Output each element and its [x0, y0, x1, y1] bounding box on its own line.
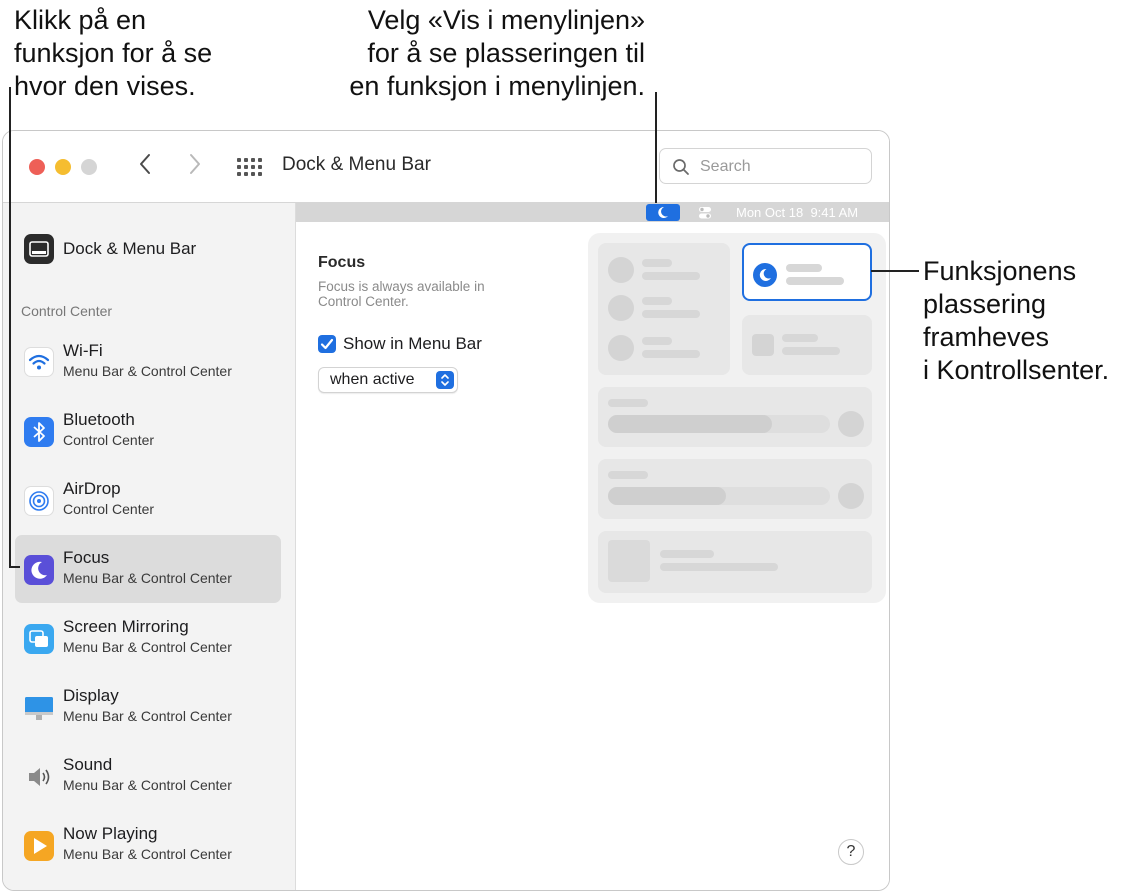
checkmark-icon: [320, 338, 334, 350]
settings-window: Dock & Menu Bar Dock & Menu Bar Control …: [2, 130, 890, 891]
callout-click-feature: Klikk på en funksjon for å se hvor den v…: [14, 4, 212, 103]
leader-line-right: [871, 270, 919, 272]
sidebar-item-subtitle: Menu Bar & Control Center: [63, 846, 232, 862]
moon-icon: [24, 555, 54, 585]
zoom-button[interactable]: [81, 159, 97, 175]
sidebar-item-label: Display: [63, 686, 119, 705]
sidebar-item-label: Sound: [63, 755, 113, 774]
callout-line: Velg «Vis i menylinjen»: [367, 5, 645, 35]
callout-line: for å se plasseringen til: [367, 38, 645, 68]
sidebar-item-label: Dock & Menu Bar: [63, 239, 197, 258]
menu-bar-focus-item: [646, 204, 680, 221]
chevron-left-icon: [140, 154, 150, 174]
callout-line: hvor den vises.: [14, 71, 196, 101]
sidebar-item-label: Focus: [63, 548, 110, 567]
minimize-button[interactable]: [55, 159, 71, 175]
leader-line-top: [655, 92, 657, 203]
sidebar-item-subtitle: Control Center: [63, 501, 155, 517]
title-bar: Dock & Menu Bar: [3, 131, 889, 203]
display-icon: [24, 693, 54, 723]
cc-connectivity-block: [598, 243, 730, 375]
sidebar-item-subtitle: Menu Bar & Control Center: [63, 639, 232, 655]
cc-screen-mirroring-block: [742, 315, 872, 375]
sidebar-item-label: Wi-Fi: [63, 341, 103, 360]
play-icon: [24, 831, 54, 861]
sidebar-item-subtitle: Menu Bar & Control Center: [63, 708, 232, 724]
cc-sound-slider-block: [598, 459, 872, 519]
screen-mirroring-icon: [24, 624, 54, 654]
callout-highlighted-in-control-center: Funksjonens plassering framheves i Kontr…: [923, 255, 1109, 387]
callout-show-in-menu-bar: Velg «Vis i menylinjen» for å se plasser…: [349, 4, 645, 103]
sidebar-item-display[interactable]: Display Menu Bar & Control Center: [15, 673, 281, 741]
forward-button[interactable]: [183, 153, 207, 179]
dock-icon: [24, 234, 54, 264]
menu-bar-clock: Mon Oct 18 9:41 AM: [736, 205, 858, 220]
sidebar-item-focus[interactable]: Focus Menu Bar & Control Center: [15, 535, 281, 603]
callout-line: framheves: [923, 322, 1050, 352]
focus-description: Focus is always available in Control Cen…: [318, 279, 485, 309]
sidebar-item-subtitle: Control Center: [63, 432, 155, 448]
sidebar-item-subtitle: Menu Bar & Control Center: [63, 363, 232, 379]
bluetooth-icon: [24, 417, 54, 447]
moon-icon: [753, 263, 777, 287]
menu-bar-time: 9:41 AM: [810, 205, 859, 220]
section-header-control-center: Control Center: [21, 303, 113, 319]
sidebar-item-screen-mirroring[interactable]: Screen Mirroring Menu Bar & Control Cent…: [15, 604, 281, 672]
callout-line: Klikk på en: [14, 5, 147, 35]
show-in-menu-bar-checkbox[interactable]: [318, 335, 336, 353]
when-active-select[interactable]: when active: [318, 367, 458, 393]
cc-display-slider-block: [598, 387, 872, 447]
speaker-icon: [24, 762, 54, 792]
close-button[interactable]: [29, 159, 45, 175]
sidebar-item-subtitle: Menu Bar & Control Center: [63, 570, 232, 586]
callout-line: plassering: [923, 289, 1047, 319]
sidebar-item-label: Now Playing: [63, 824, 158, 843]
airdrop-icon: [24, 486, 54, 516]
sidebar-item-sound[interactable]: Sound Menu Bar & Control Center: [15, 742, 281, 810]
sidebar-item-label: Bluetooth: [63, 410, 135, 429]
leader-line-left-tick: [9, 566, 20, 568]
show-all-grid-icon[interactable]: [237, 158, 262, 176]
callout-line: Funksjonens: [923, 256, 1077, 286]
sidebar-item-bluetooth[interactable]: Bluetooth Control Center: [15, 397, 281, 465]
search-field[interactable]: [659, 148, 872, 184]
control-center-preview: [588, 233, 886, 603]
callout-line: funksjon for å se: [14, 38, 213, 68]
select-value: when active: [330, 371, 415, 388]
menu-bar-date: Mon Oct 18: [736, 205, 804, 220]
moon-icon: [658, 206, 668, 218]
window-title: Dock & Menu Bar: [282, 154, 431, 175]
focus-title: Focus: [318, 254, 366, 271]
sidebar-item-wifi[interactable]: Wi-Fi Menu Bar & Control Center: [15, 328, 281, 396]
sidebar-item-dock-menu-bar[interactable]: Dock & Menu Bar: [15, 216, 281, 284]
up-down-chevron-icon: [436, 371, 454, 389]
search-input[interactable]: [698, 155, 862, 179]
callout-line: en funksjon i menylinjen.: [349, 71, 645, 101]
cc-focus-block-highlighted: [742, 243, 872, 301]
sidebar-item-now-playing[interactable]: Now Playing Menu Bar & Control Center: [15, 811, 281, 879]
sidebar-item-subtitle: Menu Bar & Control Center: [63, 777, 232, 793]
search-icon: [673, 159, 689, 175]
sidebar-item-airdrop[interactable]: AirDrop Control Center: [15, 466, 281, 534]
sidebar-item-label: AirDrop: [63, 479, 121, 498]
main-pane: Mon Oct 18 9:41 AM Focus Focus is always…: [296, 203, 889, 890]
sidebar: Dock & Menu Bar Control Center Wi-Fi Men…: [3, 203, 296, 890]
callout-line: i Kontrollsenter.: [923, 355, 1110, 385]
help-button[interactable]: ?: [838, 839, 864, 865]
sidebar-item-label: Screen Mirroring: [63, 617, 189, 636]
chevron-right-icon: [190, 154, 200, 174]
back-button[interactable]: [133, 153, 157, 179]
wifi-icon: [24, 347, 54, 377]
menu-bar-preview: Mon Oct 18 9:41 AM: [296, 203, 889, 222]
show-in-menu-bar-label: Show in Menu Bar: [343, 334, 482, 353]
control-center-icon: [688, 204, 722, 221]
cc-now-playing-block: [598, 531, 872, 593]
leader-line-left: [9, 87, 11, 567]
